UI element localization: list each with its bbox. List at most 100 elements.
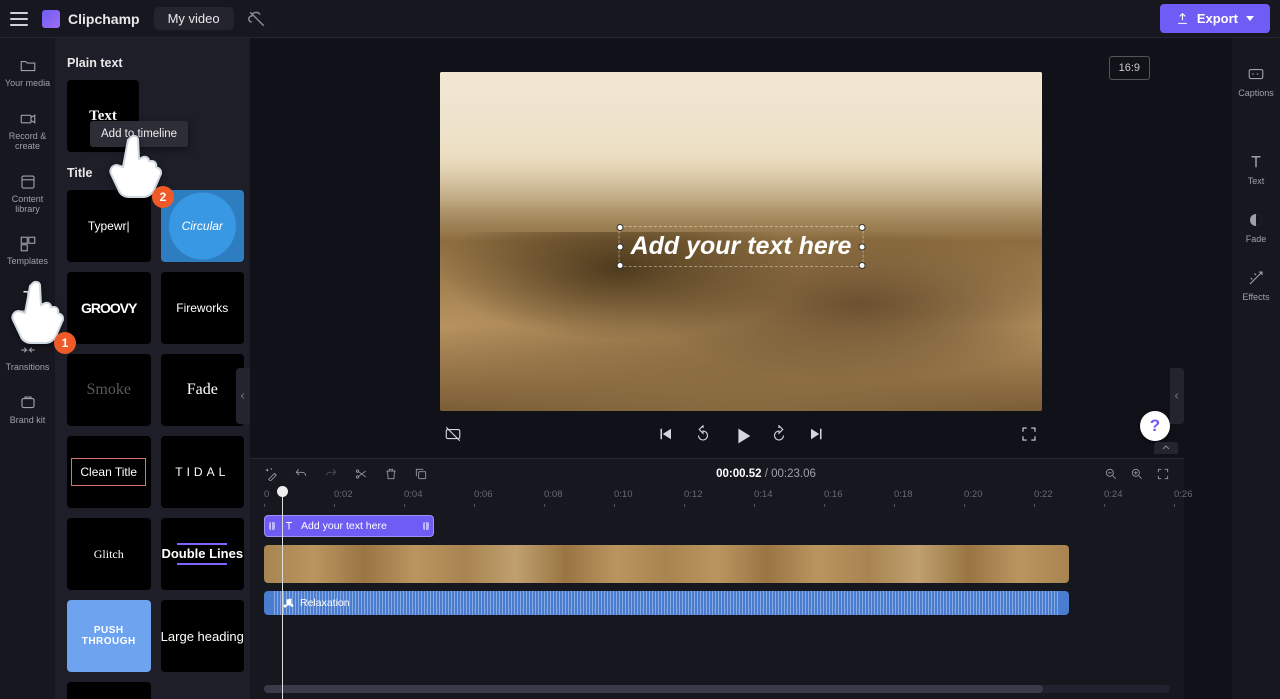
cloud-off-icon[interactable] <box>248 10 266 28</box>
tile-glitch[interactable]: Glitch <box>67 518 151 590</box>
aspect-ratio-button[interactable]: 16:9 <box>1109 56 1150 80</box>
captions-hide-icon[interactable] <box>444 425 462 443</box>
tile-circular[interactable]: Circular <box>161 190 245 262</box>
rr-fade[interactable]: Fade <box>1246 198 1267 256</box>
split-button[interactable] <box>354 467 368 481</box>
video-clip[interactable] <box>264 545 1069 583</box>
ruler-tick: 0:20 <box>964 489 983 500</box>
resize-handle[interactable] <box>617 243 624 250</box>
resize-handle[interactable] <box>617 262 624 269</box>
rr-captions[interactable]: Captions <box>1238 52 1274 110</box>
clip-handle[interactable] <box>423 522 429 530</box>
zoom-in-button[interactable] <box>1130 467 1144 481</box>
nav-label: Transitions <box>6 363 50 373</box>
fullscreen-button[interactable] <box>1020 425 1038 443</box>
zoom-fit-button[interactable] <box>1156 467 1170 481</box>
tile-tidal[interactable]: TIDAL <box>161 436 245 508</box>
folder-icon <box>18 56 38 76</box>
music-icon <box>282 597 294 609</box>
clip-handle[interactable] <box>269 522 275 530</box>
tile-fade[interactable]: Fade <box>161 354 245 426</box>
text-icon <box>283 520 295 532</box>
nav-templates[interactable]: Templates <box>0 226 55 275</box>
nav-transitions[interactable]: Transitions <box>0 332 55 381</box>
timeline-ruler[interactable]: 0 0:02 0:04 0:06 0:08 0:10 0:12 0:14 0:1… <box>264 489 1170 511</box>
help-button[interactable]: ? <box>1140 411 1170 441</box>
export-label: Export <box>1197 11 1238 26</box>
resize-handle[interactable] <box>617 224 624 231</box>
fade-icon <box>1246 210 1266 230</box>
brand: Clipchamp <box>42 10 140 28</box>
nav-label: Brand kit <box>10 416 46 426</box>
tile-clean-title[interactable]: Clean Title <box>67 436 151 508</box>
skip-end-button[interactable] <box>808 425 826 443</box>
tile-fireworks[interactable]: Fireworks <box>161 272 245 344</box>
audio-track[interactable]: Relaxation <box>264 591 1170 615</box>
redo-button[interactable] <box>324 467 338 481</box>
ruler-tick: 0:16 <box>824 489 843 500</box>
nav-brand-kit[interactable]: Brand kit <box>0 385 55 434</box>
tile-label: Large heading <box>161 629 244 644</box>
play-button[interactable] <box>732 425 750 443</box>
delete-button[interactable] <box>384 467 398 481</box>
project-title[interactable]: My video <box>154 7 234 30</box>
magic-icon[interactable] <box>264 467 278 481</box>
tile-label: Double Lines <box>161 547 243 562</box>
rr-text[interactable]: Text <box>1246 140 1266 198</box>
export-button[interactable]: Export <box>1160 4 1270 33</box>
audio-clip[interactable]: Relaxation <box>264 591 1069 615</box>
nav-text[interactable]: Text <box>0 279 55 328</box>
duplicate-button[interactable] <box>414 467 428 481</box>
resize-handle[interactable] <box>858 224 865 231</box>
text-track[interactable]: Add your text here <box>264 515 1170 537</box>
resize-handle[interactable] <box>858 262 865 269</box>
collapse-panel-button[interactable] <box>236 368 250 424</box>
text-overlay[interactable]: Add your text here <box>621 228 862 265</box>
nav-your-media[interactable]: Your media <box>0 48 55 97</box>
ruler-tick: 0:10 <box>614 489 633 500</box>
tile-double-lines[interactable]: Double Lines <box>161 518 245 590</box>
resize-handle[interactable] <box>858 243 865 250</box>
effects-icon <box>1246 268 1266 288</box>
tile-label: Fade <box>187 381 218 399</box>
tile-push-through[interactable]: PUSH THROUGH <box>67 600 151 672</box>
rr-label: Captions <box>1238 88 1274 98</box>
playback-bar <box>440 419 1042 455</box>
library-icon <box>18 172 38 192</box>
tile-label: TIDAL <box>175 465 229 479</box>
timeline-hscrollbar[interactable] <box>264 685 1170 693</box>
nav-content-library[interactable]: Content library <box>0 164 55 223</box>
video-track[interactable] <box>264 545 1170 583</box>
tile-groovy[interactable]: GROOVY <box>67 272 151 344</box>
undo-button[interactable] <box>294 467 308 481</box>
properties-toggle[interactable] <box>1154 442 1178 454</box>
rr-effects[interactable]: Effects <box>1242 256 1269 314</box>
stage: 16:9 Add your text here <box>250 38 1232 699</box>
zoom-out-button[interactable] <box>1104 467 1118 481</box>
nav-label: Record & create <box>0 132 55 152</box>
forward-button[interactable] <box>770 425 788 443</box>
text-clip[interactable]: Add your text here <box>264 515 434 537</box>
scrollbar-thumb[interactable] <box>264 685 1043 693</box>
tile-large-heading[interactable]: Large heading <box>161 600 245 672</box>
video-preview[interactable]: Add your text here <box>440 72 1042 411</box>
playhead[interactable] <box>282 489 283 699</box>
templates-icon <box>18 234 38 254</box>
ruler-tick: 0 <box>264 489 269 500</box>
ruler-tick: 0:06 <box>474 489 493 500</box>
tile-typewriter[interactable]: Typewr| <box>67 190 151 262</box>
rewind-button[interactable] <box>694 425 712 443</box>
right-rail: Captions Text Fade Effects <box>1232 38 1280 699</box>
tile-outline[interactable]: Outline <box>67 682 151 699</box>
skip-start-button[interactable] <box>656 425 674 443</box>
tile-smoke[interactable]: Smoke <box>67 354 151 426</box>
collapse-right-button[interactable] <box>1170 368 1184 424</box>
nav-label: Content library <box>0 195 55 215</box>
brand-kit-icon <box>18 393 38 413</box>
nav-label: Templates <box>7 257 48 267</box>
rr-label: Effects <box>1242 292 1269 302</box>
transitions-icon <box>18 340 38 360</box>
nav-record-create[interactable]: Record & create <box>0 101 55 160</box>
menu-button[interactable] <box>10 12 28 26</box>
section-plain-text: Plain text <box>67 56 244 70</box>
